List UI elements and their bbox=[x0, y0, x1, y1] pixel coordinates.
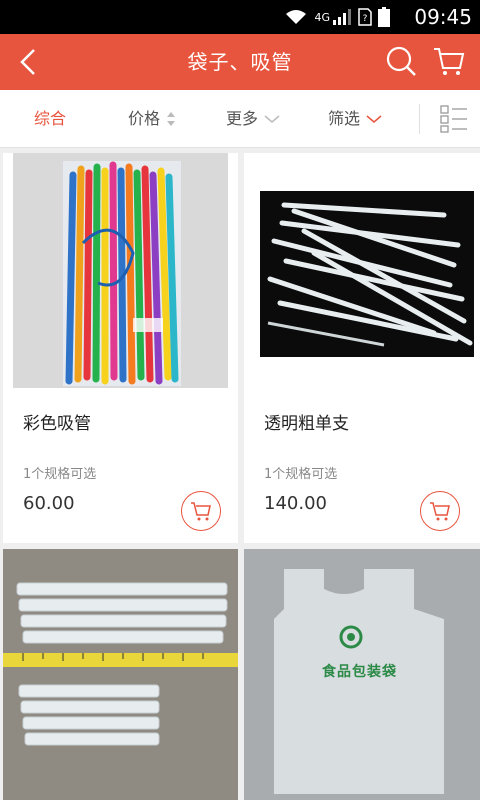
svg-text:?: ? bbox=[363, 14, 368, 24]
filter-screen-label: 筛选 bbox=[328, 109, 361, 128]
list-view-icon bbox=[440, 105, 467, 133]
app-header: 袋子、吸管 bbox=[0, 34, 480, 90]
product-image-clear-straws bbox=[244, 153, 480, 398]
filter-comprehensive-label: 综合 bbox=[34, 109, 67, 128]
status-bar: 4G ? 09:45 bbox=[0, 0, 480, 34]
product-image-wrapped-straws-ruler bbox=[3, 549, 238, 800]
product-name: 透明粗单支 bbox=[264, 414, 349, 434]
sim-alert-icon: ? bbox=[358, 8, 372, 26]
add-to-cart-button[interactable] bbox=[420, 491, 460, 531]
wifi-icon bbox=[286, 10, 307, 24]
product-price: 140.00 bbox=[264, 493, 327, 514]
chevron-down-icon bbox=[366, 115, 382, 123]
cart-icon bbox=[191, 502, 211, 521]
cart-icon bbox=[434, 48, 465, 75]
filter-price-label: 价格 bbox=[128, 109, 161, 128]
filter-more-label: 更多 bbox=[226, 109, 259, 128]
search-button[interactable] bbox=[384, 44, 418, 78]
product-grid: 彩色吸管 1个规格可选 60.00 透明粗单支 1个规格可选 140.00 食品… bbox=[0, 150, 480, 800]
status-icons: 4G ? bbox=[284, 6, 390, 28]
signal-icon bbox=[333, 9, 351, 25]
product-card[interactable]: 食品包装袋 bbox=[244, 549, 480, 800]
product-card[interactable]: 彩色吸管 1个规格可选 60.00 bbox=[3, 153, 238, 543]
filter-bar: 综合 价格 更多 筛选 bbox=[0, 90, 480, 148]
network-type: 4G bbox=[314, 10, 330, 24]
product-card[interactable]: 透明粗单支 1个规格可选 140.00 bbox=[244, 153, 480, 543]
cart-button[interactable] bbox=[432, 44, 466, 78]
cart-icon bbox=[430, 502, 450, 521]
chevron-down-icon bbox=[264, 115, 280, 123]
bag-print-text: 食品包装袋 bbox=[322, 664, 397, 680]
product-card[interactable] bbox=[3, 549, 238, 800]
product-spec: 1个规格可选 bbox=[23, 467, 97, 482]
product-image-colorful-straws bbox=[3, 153, 238, 398]
battery-icon bbox=[378, 7, 390, 27]
status-time: 09:45 bbox=[414, 5, 472, 29]
view-toggle-button[interactable] bbox=[440, 104, 468, 134]
filter-screen[interactable]: 筛选 bbox=[328, 90, 382, 148]
search-icon bbox=[386, 46, 416, 76]
product-spec: 1个规格可选 bbox=[264, 467, 338, 482]
sort-icon bbox=[167, 112, 176, 126]
filter-price[interactable]: 价格 bbox=[128, 90, 176, 148]
add-to-cart-button[interactable] bbox=[181, 491, 221, 531]
product-name: 彩色吸管 bbox=[23, 414, 91, 434]
filter-divider bbox=[419, 104, 420, 134]
product-price: 60.00 bbox=[23, 493, 75, 514]
filter-more[interactable]: 更多 bbox=[226, 90, 280, 148]
filter-comprehensive[interactable]: 综合 bbox=[34, 90, 66, 148]
